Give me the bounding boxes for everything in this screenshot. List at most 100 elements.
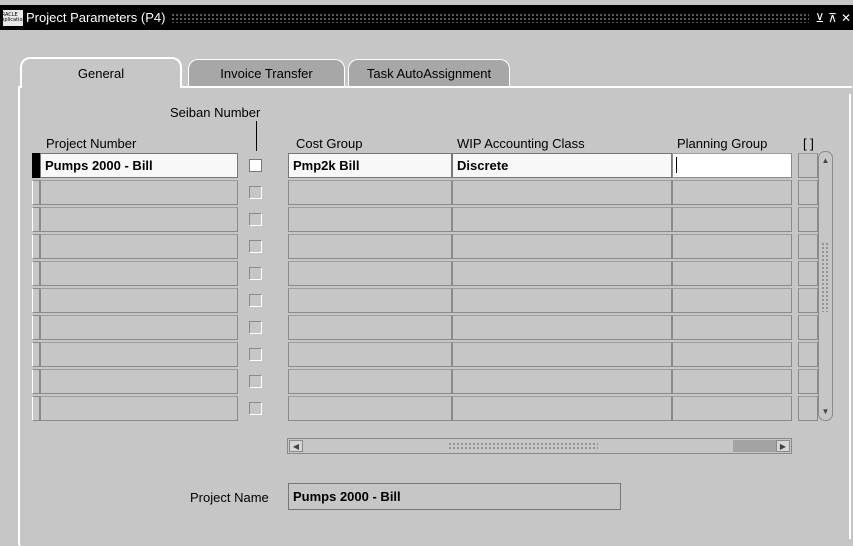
planning-group-cell[interactable] [672,369,792,394]
cost-group-cell[interactable] [288,315,452,340]
cost-group-cell[interactable] [288,396,452,421]
project-number-header: Project Number [46,136,137,151]
seiban-checkbox[interactable] [249,402,262,415]
flexfield-cell[interactable] [798,153,818,178]
project-number-cell[interactable] [40,180,238,205]
flexfield-cell[interactable] [798,288,818,313]
cost-group-header: Cost Group [296,136,363,151]
planning-group-cell[interactable] [672,234,792,259]
wip-accounting-class-cell[interactable] [452,207,672,232]
row-indicator[interactable] [32,396,40,421]
wip-accounting-class-cell[interactable] [452,315,672,340]
titlebar-grip[interactable] [171,12,810,23]
tab-general[interactable]: General [20,57,182,88]
project-name-label: Project Name [190,490,269,505]
down-arrow-icon[interactable]: ▼ [820,405,831,418]
wip-accounting-class-cell[interactable]: Discrete [452,153,672,178]
seiban-checkbox[interactable] [249,213,262,226]
flexfield-cell[interactable] [798,315,818,340]
horizontal-scroll-thumb[interactable] [448,442,598,450]
right-arrow-icon[interactable]: ▶ [776,440,790,452]
wip-accounting-class-cell[interactable] [452,369,672,394]
seiban-checkbox[interactable] [249,267,262,280]
window-title: Project Parameters (P4) [26,10,166,25]
project-number-cell[interactable] [40,207,238,232]
cost-group-cell[interactable] [288,234,452,259]
cost-group-cell[interactable] [288,180,452,205]
project-number-cell[interactable] [40,369,238,394]
cost-group-cell[interactable]: Pmp2k Bill [288,153,452,178]
wip-accounting-class-cell[interactable] [452,261,672,286]
row-indicator[interactable] [32,153,40,178]
flexfield-cell[interactable] [798,234,818,259]
flexfield-cell[interactable] [798,180,818,205]
planning-group-cell[interactable] [672,207,792,232]
seiban-checkbox[interactable] [249,294,262,307]
cost-group-cell[interactable] [288,288,452,313]
horizontal-scroll-track[interactable] [733,440,777,452]
flexfield-cell[interactable] [798,207,818,232]
planning-group-cell[interactable] [672,396,792,421]
row-indicator[interactable] [32,288,40,313]
window-titlebar: ORACLE Applications Project Parameters (… [0,5,853,30]
wip-accounting-class-cell[interactable] [452,180,672,205]
wip-accounting-class-cell[interactable] [452,288,672,313]
vertical-scroll-thumb[interactable] [821,242,830,312]
planning-group-cell[interactable] [672,288,792,313]
wip-accounting-class-cell[interactable] [452,234,672,259]
seiban-checkbox[interactable] [249,375,262,388]
cost-group-cell[interactable] [288,342,452,367]
planning-group-cell[interactable] [672,261,792,286]
tab-invoice-transfer[interactable]: Invoice Transfer [188,59,345,87]
row-indicator[interactable] [32,369,40,394]
left-arrow-icon[interactable]: ◀ [289,440,303,452]
project-number-cell[interactable] [40,261,238,286]
project-number-cell[interactable] [40,234,238,259]
project-number-cell[interactable]: Pumps 2000 - Bill [40,153,238,178]
planning-group-cell[interactable] [672,153,792,178]
planning-group-header: Planning Group [677,136,768,151]
oracle-logo-icon: ORACLE Applications [3,9,23,26]
vertical-scrollbar[interactable]: ▲ ▼ [818,151,833,421]
row-indicator[interactable] [32,234,40,259]
planning-group-cell[interactable] [672,315,792,340]
cost-group-cell[interactable] [288,207,452,232]
horizontal-scrollbar[interactable]: ◀ ▶ [287,438,792,454]
flexfield-header[interactable]: [ ] [803,136,814,151]
panel-border [849,94,851,539]
flexfield-cell[interactable] [798,369,818,394]
seiban-number-header: Seiban Number [170,105,261,120]
seiban-checkbox[interactable] [249,321,262,334]
row-indicator[interactable] [32,261,40,286]
wip-accounting-class-cell[interactable] [452,342,672,367]
project-name-field[interactable]: Pumps 2000 - Bill [288,483,621,510]
planning-group-cell[interactable] [672,342,792,367]
up-arrow-icon[interactable]: ▲ [820,154,831,167]
flexfield-cell[interactable] [798,342,818,367]
seiban-checkbox[interactable] [249,186,262,199]
cost-group-cell[interactable] [288,261,452,286]
project-number-cell[interactable] [40,342,238,367]
cost-group-cell[interactable] [288,369,452,394]
tab-task-autoassignment[interactable]: Task AutoAssignment [348,59,510,87]
project-number-cell[interactable] [40,288,238,313]
row-indicator[interactable] [32,180,40,205]
flexfield-cell[interactable] [798,261,818,286]
close-icon[interactable]: ✕ [841,11,851,25]
flexfield-cell[interactable] [798,396,818,421]
wip-accounting-class-header: WIP Accounting Class [457,136,585,151]
planning-group-cell[interactable] [672,180,792,205]
seiban-checkbox[interactable] [249,240,262,253]
seiban-divider [256,121,257,151]
row-indicator[interactable] [32,315,40,340]
seiban-checkbox[interactable] [249,159,262,172]
window-content: Invoice Transfer Task AutoAssignment Gen… [0,30,853,546]
maximize-icon[interactable]: ⊼ [828,11,837,25]
project-number-cell[interactable] [40,396,238,421]
wip-accounting-class-cell[interactable] [452,396,672,421]
seiban-checkbox[interactable] [249,348,262,361]
row-indicator[interactable] [32,207,40,232]
project-number-cell[interactable] [40,315,238,340]
row-indicator[interactable] [32,342,40,367]
minimize-icon[interactable]: ⊻ [815,11,824,25]
